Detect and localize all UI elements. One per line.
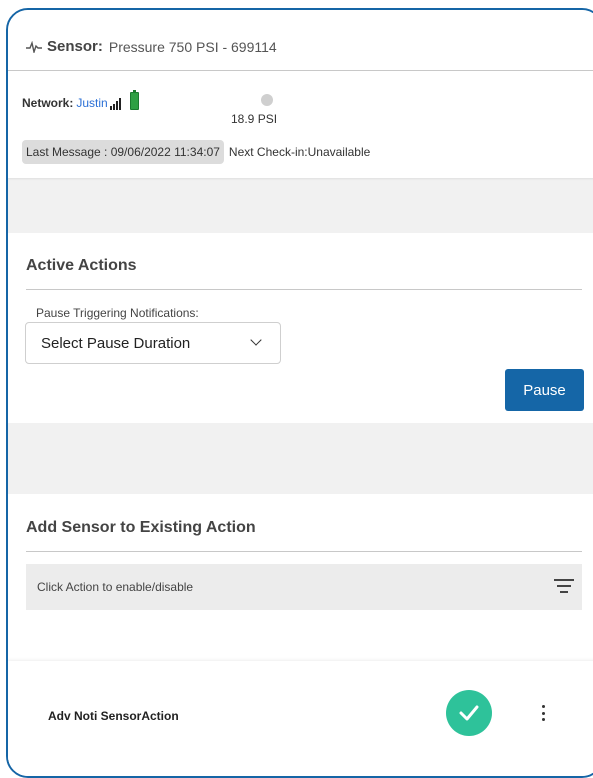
action-filter-bar[interactable]: Click Action to enable/disable — [26, 564, 582, 610]
pause-button[interactable]: Pause — [505, 369, 584, 411]
active-actions-title: Active Actions — [26, 257, 137, 274]
check-icon — [459, 705, 479, 721]
sensor-card: Sensor: Pressure 750 PSI - 699114 Networ… — [8, 10, 593, 178]
filter-hint: Click Action to enable/disable — [37, 580, 194, 594]
sensor-reading: 18.9 PSI — [231, 112, 278, 126]
status-row: Last Message : 09/06/2022 11:34:07 Next … — [22, 140, 370, 164]
pulse-icon — [26, 40, 42, 53]
more-options-icon[interactable] — [542, 705, 546, 721]
app-frame: Sensor: Pressure 750 PSI - 699114 Networ… — [6, 8, 593, 778]
sensor-name: Pressure 750 PSI - 699114 — [108, 38, 277, 55]
enabled-check-icon[interactable] — [446, 690, 492, 736]
chevron-down-icon — [250, 334, 262, 346]
signal-strength-icon — [109, 98, 122, 110]
sensor-label: Sensor: — [47, 38, 103, 55]
existing-action-divider — [26, 551, 582, 552]
existing-action-title: Add Sensor to Existing Action — [26, 519, 256, 536]
active-actions-card: Active Actions Pause Triggering Notifica… — [8, 233, 593, 423]
battery-icon — [129, 90, 139, 110]
next-checkin-text: Next Check-in:Unavailable — [228, 145, 371, 159]
pause-duration-value: Select Pause Duration — [41, 334, 191, 352]
last-message-badge: Last Message : 09/06/2022 11:34:07 — [22, 140, 224, 164]
header-divider — [8, 70, 593, 71]
network-label: Network: — [22, 96, 74, 110]
network-link[interactable]: Justin — [76, 96, 107, 110]
pause-duration-select[interactable]: Select Pause Duration — [25, 322, 281, 364]
action-name: Adv Noti SensorAction — [48, 709, 179, 723]
active-actions-divider — [26, 289, 582, 290]
network-row: Network: Justin — [22, 90, 139, 110]
pause-duration-label: Pause Triggering Notifications: — [36, 306, 199, 320]
filter-icon[interactable] — [554, 579, 574, 593]
action-list-item[interactable]: Adv Noti SensorAction — [8, 661, 593, 776]
toggle-knob — [261, 94, 273, 106]
sensor-header: Sensor: Pressure 750 PSI - 699114 — [26, 38, 277, 55]
existing-action-card: Add Sensor to Existing Action Click Acti… — [8, 494, 593, 776]
